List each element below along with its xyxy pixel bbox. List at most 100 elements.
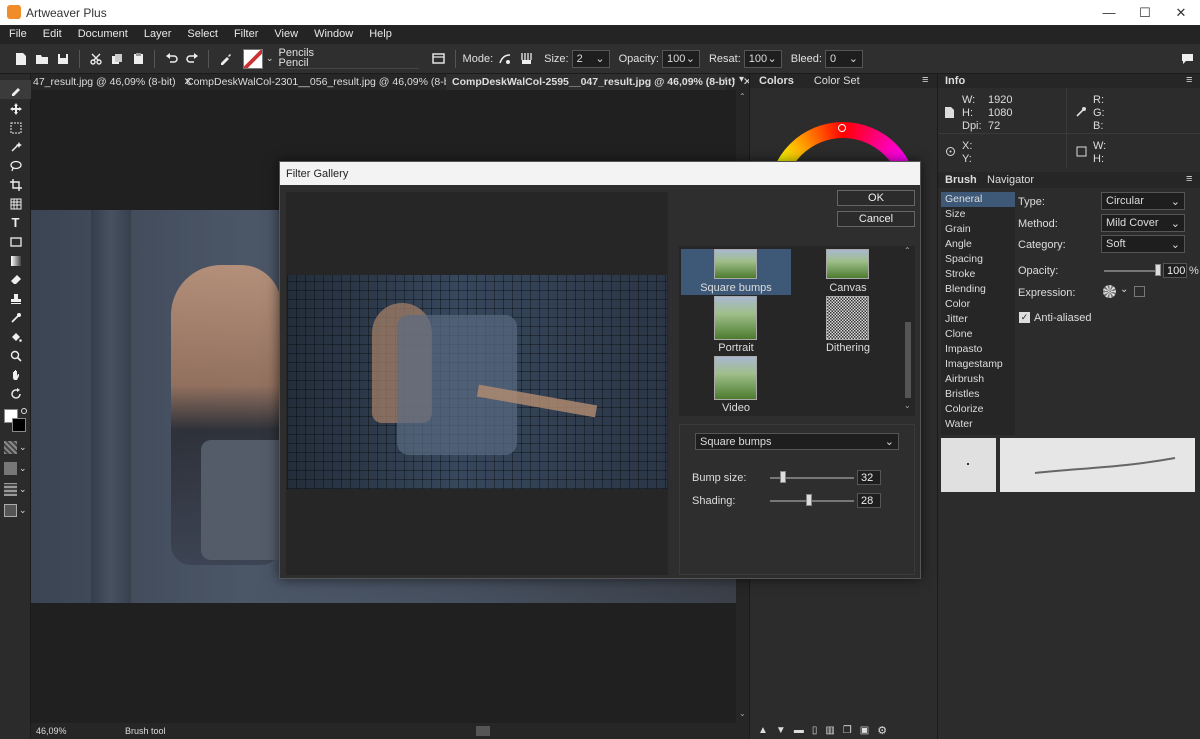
brush-category-colorize[interactable]: Colorize [941,402,1015,417]
menu-help[interactable]: Help [361,25,400,44]
merge-icon[interactable]: ▣ [860,725,869,736]
delete-icon[interactable]: ▥ [825,725,834,736]
brush-category-jitter[interactable]: Jitter [941,312,1015,327]
filter-list-scroll-thumb[interactable] [905,322,911,398]
bump-size-slider-knob[interactable] [780,471,787,483]
category-select[interactable]: Soft ⌄ [1101,235,1185,253]
background-color-swatch[interactable] [12,418,26,432]
tab-scroll-right-icon[interactable]: › [732,74,735,85]
stamp-icon[interactable] [0,289,31,308]
pattern-picker-3[interactable]: ⌄ [0,479,30,500]
rotate-tool-icon[interactable] [0,384,31,403]
document-tab-2[interactable]: CompDeskWalCol-2301__056_result.jpg @ 46… [186,74,475,90]
gradient-tool-icon[interactable] [0,251,31,270]
brush-category-blending[interactable]: Blending [941,282,1015,297]
magic-wand-icon[interactable] [0,137,31,156]
lasso-icon[interactable] [0,156,31,175]
antialiased-checkbox[interactable]: ✓ [1019,312,1030,323]
document-tab-1[interactable]: 47_result.jpg @ 46,09% (8-bit) ✕ [33,74,192,90]
menu-file[interactable]: File [1,25,35,44]
new-file-icon[interactable] [12,50,30,68]
zoom-icon[interactable] [0,346,31,365]
scroll-down-icon[interactable]: ⌄ [904,401,911,410]
brush-category-bristles[interactable]: Bristles [941,387,1015,402]
eyedropper-icon[interactable] [0,308,31,327]
resat-input[interactable]: 100 ⌄ [743,49,782,68]
mode-bristle-icon[interactable] [517,50,535,68]
brush-category-size[interactable]: Size [941,207,1015,222]
menu-select[interactable]: Select [179,25,226,44]
filter-item-square-bumps[interactable]: Square bumps [681,249,791,295]
pattern-picker-1[interactable]: ⌄ [0,437,30,458]
scroll-thumb[interactable] [476,726,490,736]
eraser-icon[interactable] [0,270,31,289]
brush-category-airbrush[interactable]: Airbrush [941,372,1015,387]
panel-menu-icon[interactable]: ≡ [1186,74,1192,86]
paint-bucket-icon[interactable] [0,327,31,346]
filter-item-canvas[interactable]: Canvas [793,249,903,295]
move-tool-icon[interactable] [0,99,31,118]
shading-input[interactable]: 28 [857,493,881,508]
open-folder-icon[interactable] [33,50,51,68]
scroll-down-icon[interactable]: ⌄ [739,709,746,718]
menu-filter[interactable]: Filter [226,25,266,44]
brush-category-impasto[interactable]: Impasto [941,342,1015,357]
folder-icon[interactable]: ▬ [794,725,804,736]
expression-icon[interactable] [1103,285,1116,298]
move-up-icon[interactable]: ▲ [758,725,768,736]
brush-tool-icon[interactable] [216,50,234,68]
method-select[interactable]: Mild Cover ⌄ [1101,214,1185,232]
canvas-horizontal-scrollbar[interactable] [236,723,736,739]
expression-settings-icon[interactable] [1134,286,1145,297]
gear-icon[interactable]: ⚙ [877,724,887,737]
redo-icon[interactable] [183,50,201,68]
brush-category-color[interactable]: Color [941,297,1015,312]
shape-tool-icon[interactable] [0,232,31,251]
move-down-icon[interactable]: ▼ [776,725,786,736]
opacity-input[interactable]: 100 ⌄ [661,49,700,68]
menu-layer[interactable]: Layer [136,25,180,44]
brush-category-grain[interactable]: Grain [941,222,1015,237]
hue-marker[interactable] [838,124,846,132]
panel-menu-icon[interactable]: ≡ [1186,173,1192,185]
brush-category-general[interactable]: General [941,192,1015,207]
filter-preview-pane[interactable] [286,192,668,575]
brush-opacity-input[interactable]: 100 [1163,263,1187,278]
tab-brush[interactable]: Brush [945,174,977,186]
shading-slider[interactable] [770,500,854,502]
ok-button[interactable]: OK [837,190,915,206]
undo-icon[interactable] [162,50,180,68]
brush-category-imagestamp[interactable]: Imagestamp [941,357,1015,372]
scroll-up-icon[interactable]: ⌃ [904,246,911,255]
brush-opacity-slider[interactable] [1104,270,1158,272]
scroll-up-icon[interactable]: ⌃ [739,92,746,101]
filter-list-scrollbar[interactable]: ⌃ ⌄ [903,246,913,416]
rectangle-select-icon[interactable] [0,118,31,137]
chevron-down-icon[interactable]: ⌄ [1120,284,1128,295]
size-input[interactable]: 2 ⌄ [571,49,610,68]
filter-item-portrait[interactable]: Portrait [681,296,791,356]
text-tool-icon[interactable]: T [0,213,31,232]
brush-category-angle[interactable]: Angle [941,237,1015,252]
color-swatches[interactable] [0,407,30,437]
pattern-picker-2[interactable]: ⌄ [0,458,30,479]
brush-category-spacing[interactable]: Spacing [941,252,1015,267]
brush-preset-picker[interactable]: ⌄ Pencils Pencil [243,48,419,69]
menu-view[interactable]: View [266,25,306,44]
hand-tool-icon[interactable] [0,365,31,384]
tab-list-icon[interactable]: ▾ [739,74,744,85]
filter-item-video[interactable]: Video [681,356,791,416]
document-tab-3-active[interactable]: CompDeskWalCol-2595__047_result.jpg @ 46… [446,74,752,90]
filter-select[interactable]: Square bumps ⌄ [695,433,899,450]
brush-category-stroke[interactable]: Stroke [941,267,1015,282]
copy-icon[interactable] [108,50,126,68]
swap-colors-icon[interactable] [21,408,27,414]
tab-colors[interactable]: Colors [759,75,794,87]
menu-window[interactable]: Window [306,25,361,44]
shading-slider-knob[interactable] [805,494,812,506]
filter-item-dithering[interactable]: Dithering [793,296,903,356]
pattern-picker-4[interactable]: ⌄ [0,500,30,521]
save-icon[interactable] [54,50,72,68]
crop-icon[interactable] [0,175,31,194]
brush-opacity-slider-knob[interactable] [1155,264,1161,276]
